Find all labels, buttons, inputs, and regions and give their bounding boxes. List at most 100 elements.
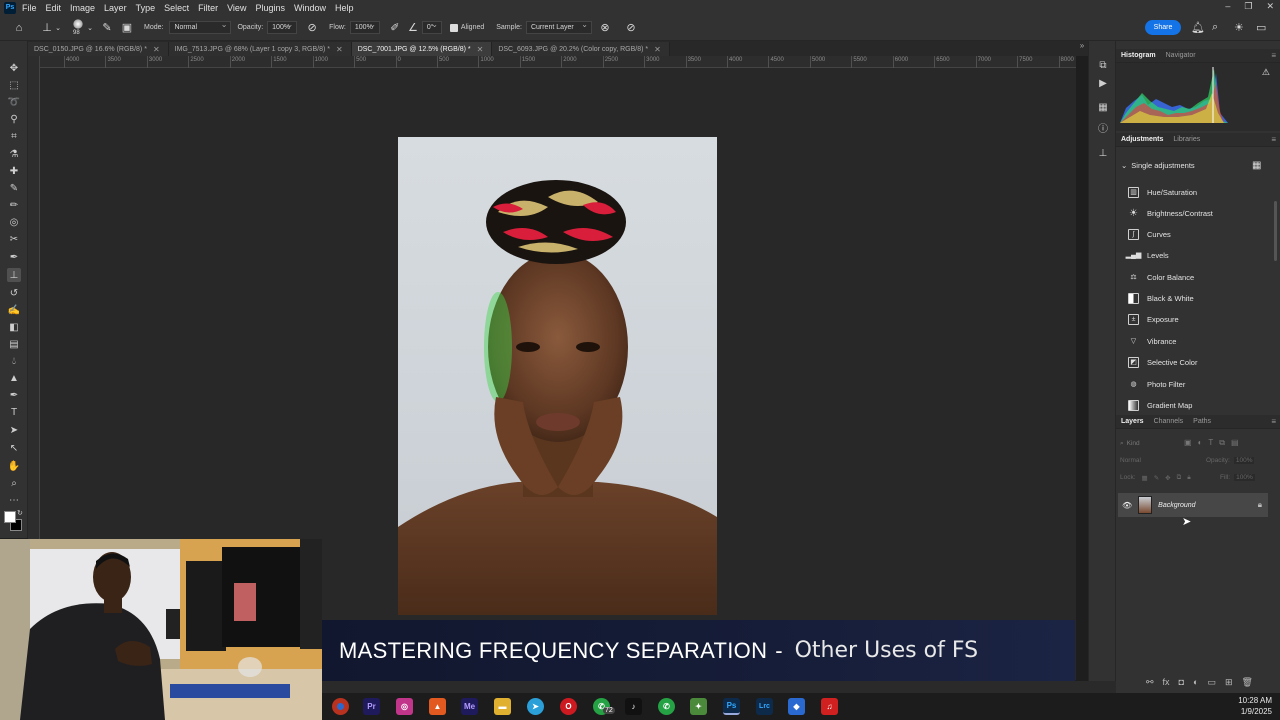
blend-mode-select[interactable]: Normal	[1120, 457, 1141, 464]
eraser-alt-tool-icon[interactable]: ◎	[7, 215, 21, 229]
opacity-input[interactable]: 100%	[1233, 457, 1255, 464]
lightroom-classic-app-icon[interactable]: Lrc	[756, 698, 773, 715]
history-panel-icon[interactable]: ⧉	[1097, 59, 1109, 71]
tiktok-app-icon[interactable]: ♪	[625, 698, 642, 715]
adj-vibrance[interactable]: ▽ Vibrance	[1128, 333, 1268, 349]
actions-play-icon[interactable]: ▶	[1097, 77, 1109, 89]
panel-menu-icon[interactable]: ≡	[1271, 51, 1276, 60]
zoom-tool-icon[interactable]: ⌕	[7, 476, 21, 490]
lock-brush-icon[interactable]: ✎	[1154, 474, 1159, 482]
tab-libraries[interactable]: Libraries	[1173, 136, 1200, 143]
tab-img-7513[interactable]: IMG_7513.JPG @ 68% (Layer 1 copy 3, RGB/…	[168, 42, 352, 56]
adj-photo-filter[interactable]: ◍ Photo Filter	[1128, 376, 1268, 392]
adj-color-balance[interactable]: ⚖ Color Balance	[1128, 269, 1268, 285]
crop-tool-icon[interactable]: ⌗	[7, 129, 21, 143]
adj-levels[interactable]: ▂▄▆ Levels	[1126, 247, 1268, 263]
layer-style-fx-icon[interactable]: fx	[1163, 677, 1170, 688]
eyedropper-tool-icon[interactable]: ⚗	[7, 147, 21, 161]
cut-tool-icon[interactable]: ✂	[7, 232, 21, 246]
object-selection-tool-icon[interactable]: ⚲	[7, 112, 21, 126]
close-icon[interactable]: ✕	[654, 45, 661, 54]
close-icon[interactable]: ✕	[153, 45, 160, 54]
menu-window[interactable]: Window	[294, 3, 326, 13]
new-layer-icon[interactable]: ⊞	[1225, 677, 1233, 688]
pixel-filter-icon[interactable]: ▣	[1184, 438, 1192, 448]
lock-artboard-icon[interactable]: ⧉	[1177, 474, 1182, 482]
menu-layer[interactable]: Layer	[104, 3, 127, 13]
workspace-switcher-icon[interactable]: ▭	[1256, 21, 1266, 34]
adjustments-scrollbar[interactable]	[1274, 201, 1277, 261]
close-icon[interactable]: ✕	[1266, 1, 1274, 12]
blur-tool-icon[interactable]: 💧︎	[7, 354, 21, 368]
history-brush-tool-icon[interactable]: ↺	[7, 286, 21, 300]
ignore-adjustment-layers-icon[interactable]: ⊗	[598, 21, 612, 35]
lasso-tool-icon[interactable]: ➰	[7, 95, 21, 109]
panel-menu-icon[interactable]: ≡	[1271, 417, 1276, 426]
media-encoder-app-icon[interactable]: Me	[461, 698, 478, 715]
flow-input[interactable]: 100%	[349, 20, 380, 34]
marquee-tool-icon[interactable]: ⬚	[7, 78, 21, 92]
chevron-down-icon[interactable]: ⌄	[54, 21, 62, 35]
new-group-icon[interactable]: ▭	[1207, 677, 1216, 688]
document-image[interactable]	[398, 137, 717, 615]
opera-app-icon[interactable]: O	[560, 698, 577, 715]
brush-preset-picker[interactable]: 98	[70, 18, 86, 38]
foreground-color-swatch[interactable]	[4, 511, 16, 523]
chrome-app-icon[interactable]	[332, 698, 349, 715]
info-icon[interactable]: ⓘ	[1097, 121, 1109, 135]
tab-navigator[interactable]: Navigator	[1166, 52, 1196, 59]
layer-name[interactable]: Background	[1158, 502, 1195, 509]
layer-lock-icon[interactable]: 🔒︎	[1258, 500, 1262, 510]
blue-app-icon[interactable]: ◆	[788, 698, 805, 715]
adj-brightness-contrast[interactable]: ☀ Brightness/Contrast	[1128, 205, 1268, 221]
premiere-app-icon[interactable]: Pr	[363, 698, 380, 715]
fill-input[interactable]: 100%	[1234, 474, 1255, 481]
adj-exposure[interactable]: ± Exposure	[1128, 311, 1268, 327]
system-clock[interactable]: 10:28 AM 1/9/2025	[1238, 695, 1272, 717]
swap-colors-icon[interactable]: ↻	[17, 509, 23, 517]
properties-panel-icon[interactable]: ▦	[1097, 101, 1109, 113]
link-layers-icon[interactable]: ⚯	[1146, 677, 1154, 688]
adj-hue-saturation[interactable]: ▥ Hue/Saturation	[1128, 184, 1268, 200]
file-explorer-app-icon[interactable]: ▬	[494, 698, 511, 715]
shape-filter-icon[interactable]: ⧉	[1219, 438, 1225, 448]
grid-view-icon[interactable]: ▦	[1252, 160, 1261, 171]
adj-gradient-map[interactable]: Gradient Map	[1128, 397, 1268, 413]
menu-view[interactable]: View	[227, 3, 246, 13]
collapse-panels-icon[interactable]: »	[1076, 41, 1088, 56]
close-icon[interactable]: ✕	[336, 45, 343, 54]
sample-select[interactable]: Current Layer	[525, 20, 592, 34]
type-filter-icon[interactable]: T	[1208, 438, 1213, 448]
clone-stamp-tool-icon[interactable]: ⊥	[7, 268, 21, 282]
pencil-tool-icon[interactable]: ✏	[7, 198, 21, 212]
green-app-icon[interactable]: ✦	[690, 698, 707, 715]
opacity-input[interactable]: 100%	[267, 20, 298, 34]
clone-stamp-tool-icon[interactable]: ⊥	[40, 21, 54, 35]
dodge-tool-icon[interactable]: ▲	[7, 371, 21, 385]
toggle-brush-settings-icon[interactable]: ✎	[100, 21, 114, 35]
single-adjustments-header[interactable]: ⌄ Single adjustments	[1121, 161, 1195, 170]
close-icon[interactable]: ✕	[477, 45, 484, 54]
search-icon[interactable]: ⌕	[1212, 21, 1218, 34]
move-tool-icon[interactable]: ✥	[7, 61, 21, 75]
adjustment-filter-icon[interactable]: ◐	[1198, 438, 1203, 448]
tab-paths[interactable]: Paths	[1193, 418, 1211, 425]
tab-dsc-0150[interactable]: DSC_0150.JPG @ 16.6% (RGB/8) * ✕	[28, 42, 169, 56]
share-button[interactable]: Share	[1145, 20, 1181, 35]
brave-app-icon[interactable]: ▲	[429, 698, 446, 715]
tab-channels[interactable]: Channels	[1154, 418, 1184, 425]
rectangle-tool-icon[interactable]: ↖	[7, 441, 21, 455]
clone-source-panel-icon[interactable]: ⊥	[1097, 147, 1109, 159]
discover-lightbulb-icon[interactable]: ☀	[1234, 21, 1244, 34]
panel-menu-icon[interactable]: ≡	[1271, 135, 1276, 144]
lock-transparency-icon[interactable]: ▦	[1142, 474, 1148, 482]
pressure-size-icon[interactable]: ⊘	[624, 21, 638, 35]
telegram-app-icon[interactable]: ➤	[527, 698, 544, 715]
gradient-tool-icon[interactable]: ▤	[7, 337, 21, 351]
adj-curves[interactable]: ∫ Curves	[1128, 226, 1268, 242]
tab-adjustments[interactable]: Adjustments	[1121, 136, 1163, 143]
acrobat-app-icon[interactable]: ♫	[821, 698, 838, 715]
tab-histogram[interactable]: Histogram	[1121, 52, 1156, 59]
angle-input[interactable]: 0°	[421, 20, 442, 34]
aligned-checkbox[interactable]	[449, 23, 458, 32]
